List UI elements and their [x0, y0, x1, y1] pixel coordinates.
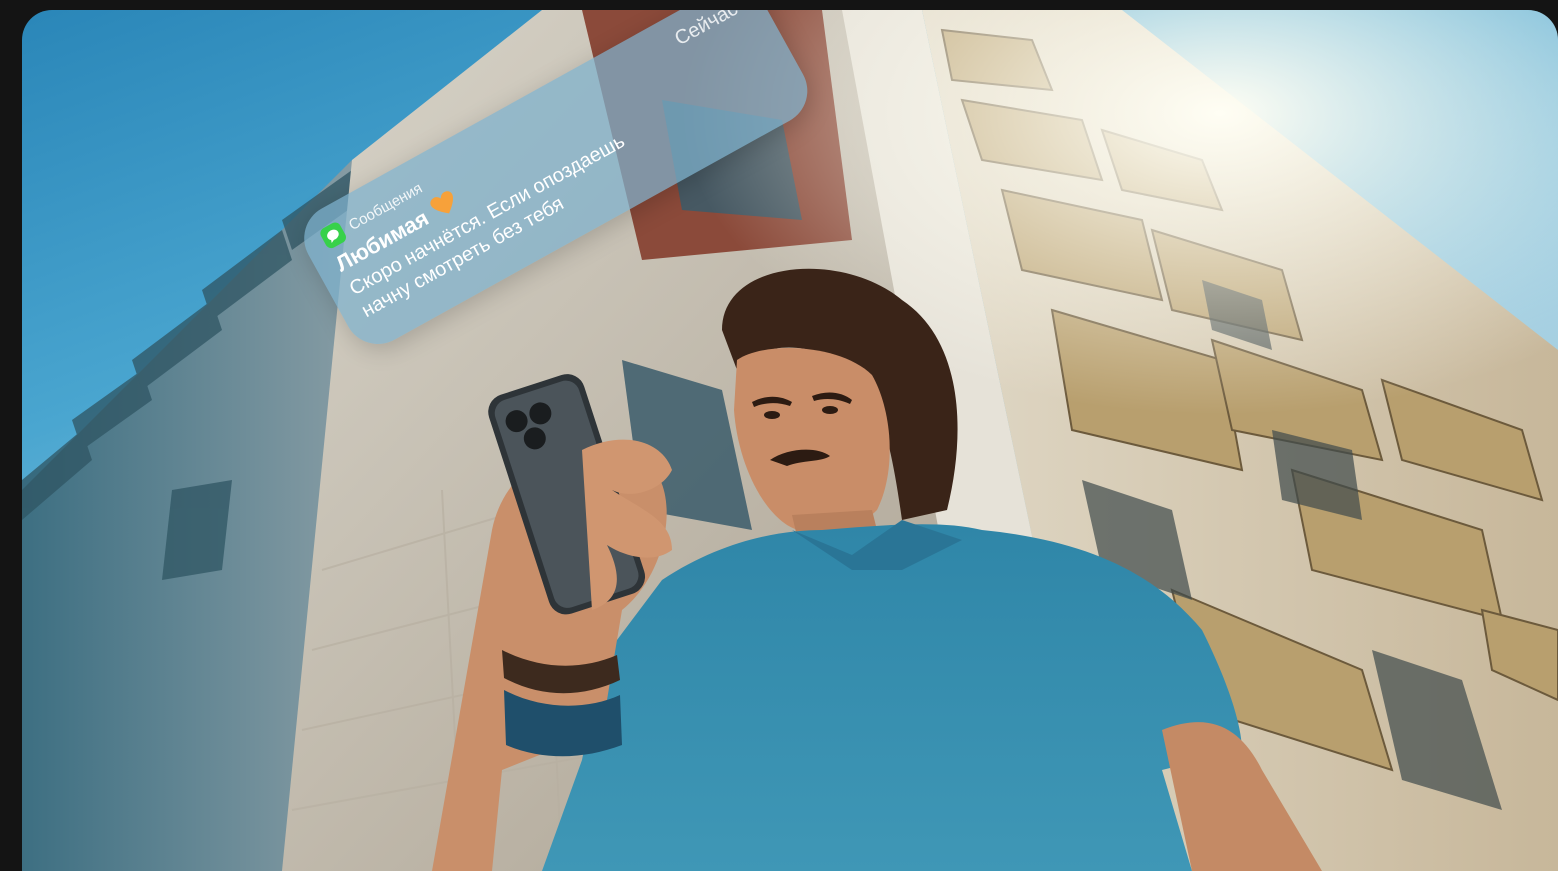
photo-scene — [22, 10, 1558, 871]
notification-time: Сейчас — [671, 10, 742, 51]
video-frame: Сообщения Сейчас Любимая Скоро начнётся.… — [22, 10, 1558, 871]
